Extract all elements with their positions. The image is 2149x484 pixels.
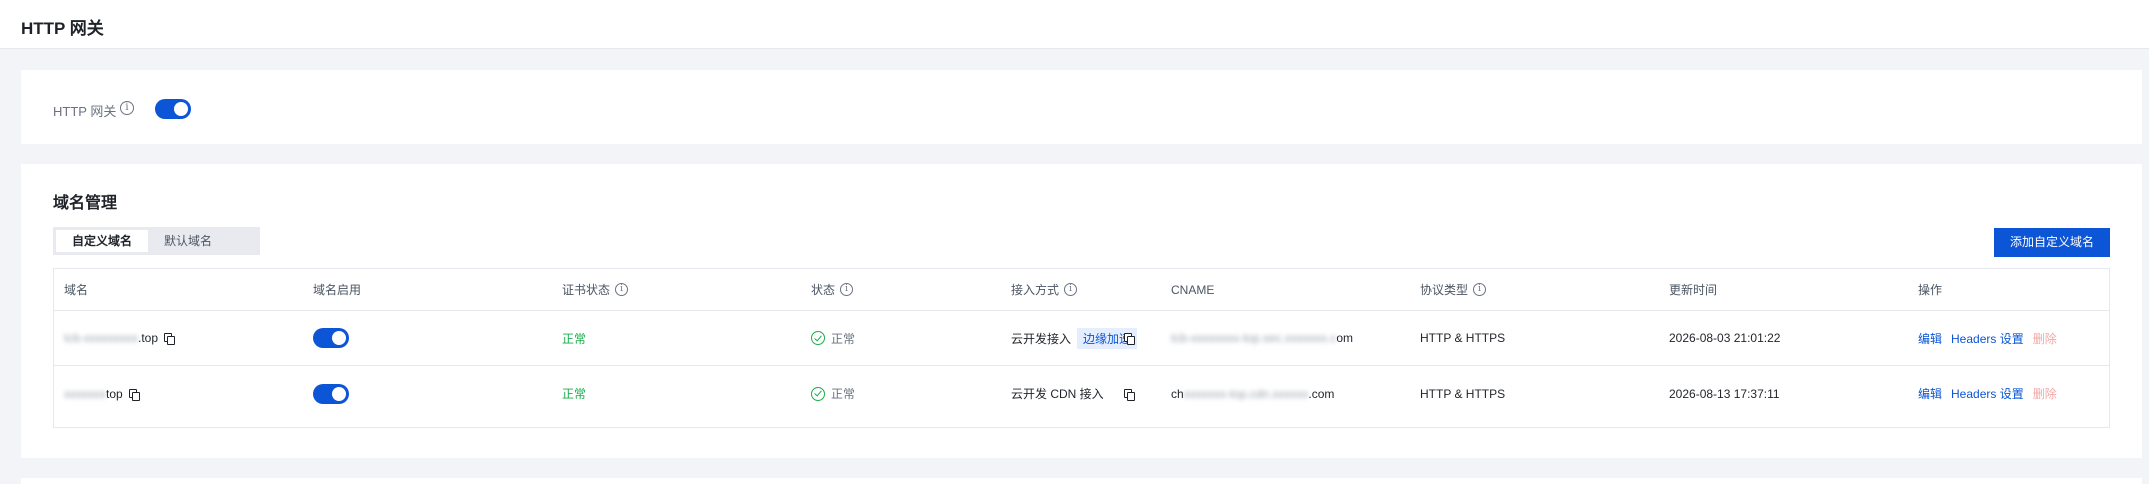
- col-label: 域名: [64, 283, 89, 297]
- col-updated: 更新时间: [1669, 269, 1717, 310]
- toggle-knob: [174, 102, 188, 116]
- domain-suffix: top: [106, 386, 123, 401]
- page-header: HTTP 网关: [0, 0, 2149, 49]
- domain-prefix: tcb-xxxxxxxxx: [64, 331, 139, 345]
- domain-prefix: xxxxxxx: [64, 386, 106, 401]
- col-domain: 域名: [64, 269, 88, 310]
- col-label: 更新时间: [1669, 283, 1718, 297]
- delete-link[interactable]: 删除: [2033, 385, 2057, 402]
- col-protocol: 协议类型 i: [1420, 269, 1487, 310]
- copy-icon[interactable]: [164, 333, 176, 345]
- cname-cell: tcb-xxxxxxxx-top.sec.xxxxxxx.c om: [1171, 311, 1353, 365]
- domain-cell: xxxxxxx top: [64, 366, 140, 421]
- status-text: 正常: [831, 331, 856, 346]
- table-header: 域名 域名启用 证书状态 i 状态 i 接入方式 i CNAME 协议类型 i 更新时间…: [54, 269, 2109, 311]
- access-mode-cell: 云开发 CDN 接入: [1011, 366, 1104, 421]
- domain-cell: tcb-xxxxxxxxx .top: [64, 311, 176, 365]
- cname-blurred: tcb-xxxxxxxx-top.sec.xxxxxxx.c: [1171, 331, 1337, 345]
- col-domain-enabled: 域名启用: [313, 269, 361, 310]
- info-icon[interactable]: i: [1064, 283, 1078, 296]
- section-title: 域名管理: [53, 195, 118, 212]
- access-mode: 云开发 CDN 接入: [1011, 387, 1104, 401]
- actions-cell: 编辑 Headers 设置 删除: [1918, 311, 2057, 365]
- domain-card: 域名管理 自定义域名 默认域名 添加自定义域名 域名 域名启用 证书状态 i 状态…: [21, 164, 2142, 458]
- copy-icon[interactable]: [128, 388, 140, 401]
- table-row: tcb-xxxxxxxxx .top 正常 正常 云开发接入 边缘加速 tcb-xx…: [54, 311, 2109, 366]
- gateway-toggle[interactable]: [155, 99, 191, 119]
- cert-status: 正常: [562, 331, 587, 346]
- updated-time: 2026-08-03 21:01:22: [1669, 331, 1781, 345]
- edit-link[interactable]: 编辑: [1918, 330, 1942, 347]
- check-circle-icon: [811, 331, 825, 345]
- check-circle-icon: [811, 386, 825, 401]
- domain-enabled-toggle[interactable]: [313, 383, 349, 404]
- tab-custom-domain[interactable]: 自定义域名: [56, 230, 149, 252]
- copy-icon[interactable]: [1124, 388, 1135, 401]
- col-access-mode: 接入方式 i: [1011, 269, 1078, 310]
- cname-copy-cell: [1118, 366, 1135, 421]
- col-label: CNAME: [1171, 282, 1215, 297]
- info-icon[interactable]: i: [840, 283, 854, 296]
- status-cell: 正常: [811, 366, 855, 421]
- headers-settings-link[interactable]: Headers 设置: [1951, 385, 2024, 402]
- domain-table: 域名 域名启用 证书状态 i 状态 i 接入方式 i CNAME 协议类型 i 更新时间…: [53, 268, 2110, 428]
- col-cname: CNAME: [1171, 269, 1214, 310]
- info-icon[interactable]: i: [1473, 283, 1487, 296]
- col-label: 协议类型: [1420, 283, 1469, 297]
- headers-settings-link[interactable]: Headers 设置: [1951, 330, 2024, 347]
- edit-link[interactable]: 编辑: [1918, 385, 1942, 402]
- bottom-card: [21, 478, 2142, 484]
- col-label: 操作: [1918, 283, 1943, 297]
- col-cert-status: 证书状态 i: [562, 269, 629, 310]
- toggle-knob: [332, 386, 346, 401]
- col-label: 证书状态: [562, 283, 611, 297]
- cname-suffix: om: [1336, 331, 1354, 345]
- gateway-label: HTTP 网关: [53, 104, 117, 119]
- domain-enabled-cell: [313, 366, 349, 421]
- table-row: xxxxxxx top 正常 正常 云开发 CDN 接入 ch xxxxxxx-to…: [54, 366, 2109, 421]
- col-label: 接入方式: [1011, 283, 1060, 297]
- cname-copy-cell: [1118, 311, 1135, 365]
- actions-cell: 编辑 Headers 设置 删除: [1918, 366, 2057, 421]
- domain-enabled-toggle[interactable]: [313, 328, 349, 348]
- protocol: HTTP & HTTPS: [1420, 331, 1506, 345]
- cname-cell: ch xxxxxxx-top.cdn.xxxxxx .com: [1171, 366, 1334, 421]
- col-status: 状态 i: [811, 269, 854, 310]
- info-icon[interactable]: i: [615, 283, 629, 296]
- add-custom-domain-button[interactable]: 添加自定义域名: [1993, 228, 2110, 257]
- gateway-card: HTTP 网关 i: [21, 70, 2142, 144]
- cname-blurred: xxxxxxx-top.cdn.xxxxxx: [1183, 386, 1309, 401]
- copy-icon[interactable]: [1124, 333, 1135, 345]
- info-icon[interactable]: i: [120, 101, 134, 115]
- tab-default-domain[interactable]: 默认域名: [148, 230, 228, 252]
- cname-prefix: ch: [1171, 386, 1184, 401]
- col-label: 状态: [811, 283, 836, 297]
- status-text: 正常: [831, 387, 856, 401]
- col-actions: 操作: [1918, 269, 1942, 310]
- updated-time: 2026-08-13 17:37:11: [1669, 386, 1780, 401]
- cert-status: 正常: [562, 387, 587, 401]
- delete-link[interactable]: 删除: [2033, 330, 2057, 347]
- status-cell: 正常: [811, 311, 855, 365]
- protocol: HTTP & HTTPS: [1420, 386, 1506, 401]
- page-title: HTTP 网关: [21, 19, 104, 38]
- col-label: 域名启用: [313, 283, 362, 297]
- domain-enabled-cell: [313, 311, 349, 365]
- domain-suffix: .top: [138, 331, 159, 345]
- toggle-knob: [332, 331, 346, 345]
- domain-tabs: 自定义域名 默认域名: [53, 227, 260, 255]
- access-mode: 云开发接入: [1011, 331, 1072, 346]
- cname-suffix: .com: [1308, 386, 1335, 401]
